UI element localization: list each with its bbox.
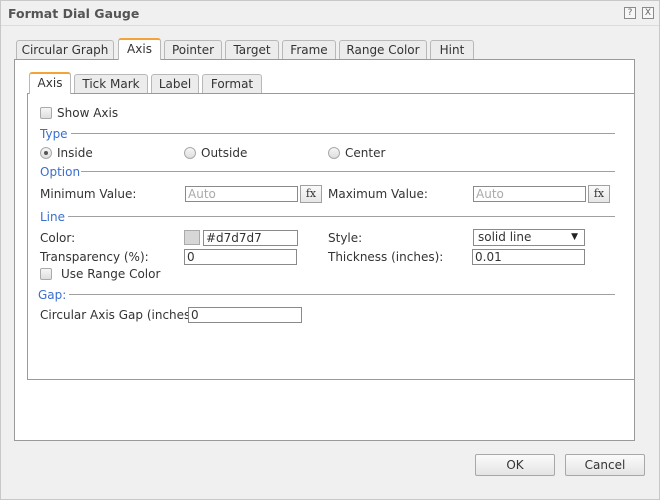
title-bar: Format Dial Gauge ? X: [1, 1, 659, 26]
tab-range-color[interactable]: Range Color: [339, 40, 427, 60]
circular-axis-gap-label: Circular Axis Gap (inches):: [40, 308, 199, 322]
type-section-heading: Type: [40, 127, 68, 141]
line-section-divider: [68, 216, 615, 217]
show-axis-checkbox[interactable]: [40, 107, 52, 119]
subtab-label[interactable]: Label: [151, 74, 199, 94]
gap-section-heading: Gap:: [38, 288, 67, 302]
type-center-label: Center: [345, 146, 386, 160]
use-range-color-checkbox[interactable]: [40, 268, 52, 280]
format-dial-gauge-dialog: Format Dial Gauge ? X Circular Graph Axi…: [0, 0, 660, 500]
subtab-format[interactable]: Format: [202, 74, 262, 94]
line-section-heading: Line: [40, 210, 66, 224]
type-inside-radio[interactable]: [40, 147, 52, 159]
dropdown-arrow-icon: ▼: [571, 232, 578, 242]
maximum-value-label: Maximum Value:: [328, 187, 428, 201]
style-select[interactable]: solid line ▼: [473, 229, 585, 246]
use-range-color-label: Use Range Color: [61, 267, 161, 281]
transparency-label: Transparency (%):: [40, 250, 149, 264]
gap-section-divider: [69, 294, 615, 295]
color-swatch[interactable]: [184, 230, 200, 245]
tab-target[interactable]: Target: [225, 40, 279, 60]
maximum-value-fx-button[interactable]: fx: [588, 185, 610, 203]
tab-circular-graph[interactable]: Circular Graph: [16, 40, 114, 60]
tab-frame[interactable]: Frame: [282, 40, 336, 60]
cancel-button[interactable]: Cancel: [565, 454, 645, 476]
dialog-title: Format Dial Gauge: [8, 6, 140, 21]
tab-pointer[interactable]: Pointer: [164, 40, 222, 60]
subtab-tick-mark[interactable]: Tick Mark: [74, 74, 148, 94]
show-axis-label: Show Axis: [57, 106, 119, 120]
minimum-value-label: Minimum Value:: [40, 187, 137, 201]
tab-hint[interactable]: Hint: [430, 40, 474, 60]
style-label: Style:: [328, 231, 363, 245]
minimum-value-fx-button[interactable]: fx: [300, 185, 322, 203]
type-section-divider: [71, 133, 615, 134]
type-outside-label: Outside: [201, 146, 248, 160]
tab-axis[interactable]: Axis: [118, 38, 161, 60]
type-inside-label: Inside: [57, 146, 93, 160]
maximum-value-input[interactable]: Auto: [473, 186, 586, 202]
color-hex-input[interactable]: #d7d7d7: [203, 230, 298, 246]
thickness-label: Thickness (inches):: [328, 250, 444, 264]
option-section-divider: [81, 171, 615, 172]
type-center-radio[interactable]: [328, 147, 340, 159]
minimum-value-input[interactable]: Auto: [185, 186, 298, 202]
thickness-input[interactable]: 0.01: [472, 249, 585, 265]
color-label: Color:: [40, 231, 76, 245]
help-icon[interactable]: ?: [624, 7, 636, 19]
close-icon[interactable]: X: [642, 7, 654, 19]
ok-button[interactable]: OK: [475, 454, 555, 476]
option-section-heading: Option: [40, 165, 81, 179]
transparency-input[interactable]: 0: [184, 249, 297, 265]
subtab-axis[interactable]: Axis: [29, 72, 71, 94]
style-select-value: solid line: [478, 230, 532, 244]
circular-axis-gap-input[interactable]: 0: [188, 307, 302, 323]
type-outside-radio[interactable]: [184, 147, 196, 159]
